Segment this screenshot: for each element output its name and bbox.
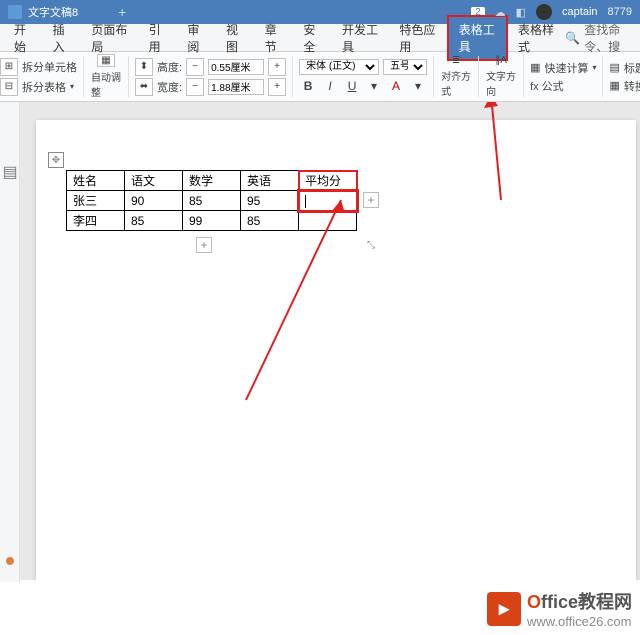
convert-icon[interactable]: ▦ <box>609 79 619 92</box>
bold-button[interactable]: B <box>299 77 317 95</box>
menu-reference[interactable]: 引用 <box>139 17 178 59</box>
menu-layout[interactable]: 页面布局 <box>81 17 138 59</box>
skin-icon[interactable]: ◧ <box>516 6 526 19</box>
text-direction-button[interactable]: ∥A 文字方向 <box>485 61 517 93</box>
col-width-icon: ⬌ <box>135 78 153 96</box>
cell-highlighted-header[interactable]: 平均分 <box>299 171 357 191</box>
cell[interactable]: 姓名 <box>67 171 125 191</box>
search-placeholder: 查找命令、搜 <box>584 21 636 55</box>
cell[interactable]: 90 <box>125 191 183 211</box>
font-color-dropdown[interactable]: ▾ <box>409 77 427 95</box>
table-row: 张三 90 85 95 <box>67 191 357 211</box>
add-column-handle[interactable]: + <box>363 192 379 208</box>
add-row-handle[interactable]: + <box>196 237 212 253</box>
cell-active-cursor[interactable] <box>299 191 357 211</box>
menu-table-tools[interactable]: 表格工具 <box>447 15 508 61</box>
align-label: 对齐方式 <box>441 68 471 98</box>
menu-table-style[interactable]: 表格样式 <box>508 17 565 59</box>
auto-adjust-label: 自动调整 <box>91 69 121 99</box>
highlight-button[interactable]: ▾ <box>365 77 383 95</box>
nav-icon[interactable]: ▤ <box>3 162 17 176</box>
cell[interactable]: 张三 <box>67 191 125 211</box>
formula-button[interactable]: fx 公式 <box>530 78 564 94</box>
quick-calc-label[interactable]: 快速计算 <box>544 60 588 76</box>
height-input[interactable] <box>208 59 264 75</box>
split-table-label[interactable]: 拆分表格 <box>22 79 66 95</box>
search-box[interactable]: 🔍 查找命令、搜 <box>565 21 636 55</box>
search-icon: 🔍 <box>565 31 580 45</box>
font-name-select[interactable]: 宋体 (正文) <box>299 59 379 75</box>
username: captain <box>562 6 597 18</box>
annotation-arrow-2 <box>416 102 516 210</box>
cell[interactable] <box>299 211 357 231</box>
auto-adjust-icon: ▦ <box>97 54 115 67</box>
menu-insert[interactable]: 插入 <box>43 17 82 59</box>
text-direction-label: 文字方向 <box>486 68 516 98</box>
height-minus[interactable]: − <box>186 58 204 76</box>
title-row-label[interactable]: 标题 <box>624 60 640 76</box>
width-minus[interactable]: − <box>186 78 204 96</box>
left-sidebar: ▤ <box>0 102 20 582</box>
height-plus[interactable]: + <box>268 58 286 76</box>
row-height-icon: ⬍ <box>135 58 153 76</box>
width-plus[interactable]: + <box>268 78 286 96</box>
table-row: 姓名 语文 数学 英语 平均分 <box>67 171 357 191</box>
align-button[interactable]: ≣ 对齐方式 <box>440 61 472 93</box>
cell[interactable]: 英语 <box>241 171 299 191</box>
watermark: ▸ Office教程网 www.office26.com <box>487 588 632 629</box>
ribbon: ⊞拆分单元格 ⊟拆分表格 ▾ ▦ 自动调整 ⬍ 高度: − + ⬌ 宽度: − +… <box>0 52 640 102</box>
title-row-icon[interactable]: ▤ <box>609 61 619 74</box>
table-move-handle[interactable]: ✥ <box>48 152 64 168</box>
menu-chapter[interactable]: 章节 <box>255 17 294 59</box>
menu-devtools[interactable]: 开发工具 <box>332 17 389 59</box>
split-table-icon[interactable]: ⊟ <box>0 78 18 96</box>
split-cell-icon[interactable]: ⊞ <box>0 58 18 76</box>
menu-view[interactable]: 视图 <box>216 17 255 59</box>
watermark-title: Office教程网 <box>527 588 632 614</box>
menu-special[interactable]: 特色应用 <box>389 17 446 59</box>
count-label: 8779 <box>608 6 632 18</box>
quick-calc-icon[interactable]: ▦ <box>530 61 540 74</box>
cell[interactable]: 85 <box>183 191 241 211</box>
italic-button[interactable]: I <box>321 77 339 95</box>
cell[interactable]: 李四 <box>67 211 125 231</box>
font-size-select[interactable]: 五号 <box>383 59 427 75</box>
cloud-icon[interactable]: ☁ <box>495 6 506 19</box>
status-indicator <box>6 557 14 565</box>
data-table[interactable]: 姓名 语文 数学 英语 平均分 张三 90 85 95 李四 85 99 <box>66 170 357 231</box>
width-input[interactable] <box>208 79 264 95</box>
text-cursor <box>305 195 306 208</box>
align-icon: ≣ <box>452 55 460 66</box>
logo-icon: ▸ <box>487 592 521 626</box>
split-cell-label[interactable]: 拆分单元格 <box>22 59 77 75</box>
cell[interactable]: 95 <box>241 191 299 211</box>
text-direction-icon: ∥A <box>495 55 507 66</box>
cell[interactable]: 数学 <box>183 171 241 191</box>
resize-handle[interactable]: ⤡ <box>363 237 379 253</box>
menubar: 开始 插入 页面布局 引用 审阅 视图 章节 安全 开发工具 特色应用 表格工具… <box>0 24 640 52</box>
font-color-button[interactable]: A <box>387 77 405 95</box>
cell[interactable]: 85 <box>241 211 299 231</box>
convert-label[interactable]: 转换 <box>624 78 640 94</box>
cell[interactable]: 85 <box>125 211 183 231</box>
cell[interactable]: 99 <box>183 211 241 231</box>
table-container: ✥ 姓名 语文 数学 英语 平均分 张三 90 85 95 李四 <box>66 170 357 231</box>
height-label: 高度: <box>157 59 182 75</box>
auto-adjust-button[interactable]: ▦ 自动调整 <box>90 61 122 93</box>
new-tab-button[interactable]: + <box>118 4 126 20</box>
table-row: 李四 85 99 85 <box>67 211 357 231</box>
document-area: ✥ 姓名 语文 数学 英语 平均分 张三 90 85 95 李四 <box>20 102 640 580</box>
underline-button[interactable]: U <box>343 77 361 95</box>
menu-review[interactable]: 审阅 <box>177 17 216 59</box>
page[interactable]: ✥ 姓名 语文 数学 英语 平均分 张三 90 85 95 李四 <box>36 120 636 580</box>
watermark-url: www.office26.com <box>527 614 632 629</box>
width-label: 宽度: <box>157 79 182 95</box>
menu-start[interactable]: 开始 <box>4 17 43 59</box>
cell[interactable]: 语文 <box>125 171 183 191</box>
menu-security[interactable]: 安全 <box>293 17 332 59</box>
